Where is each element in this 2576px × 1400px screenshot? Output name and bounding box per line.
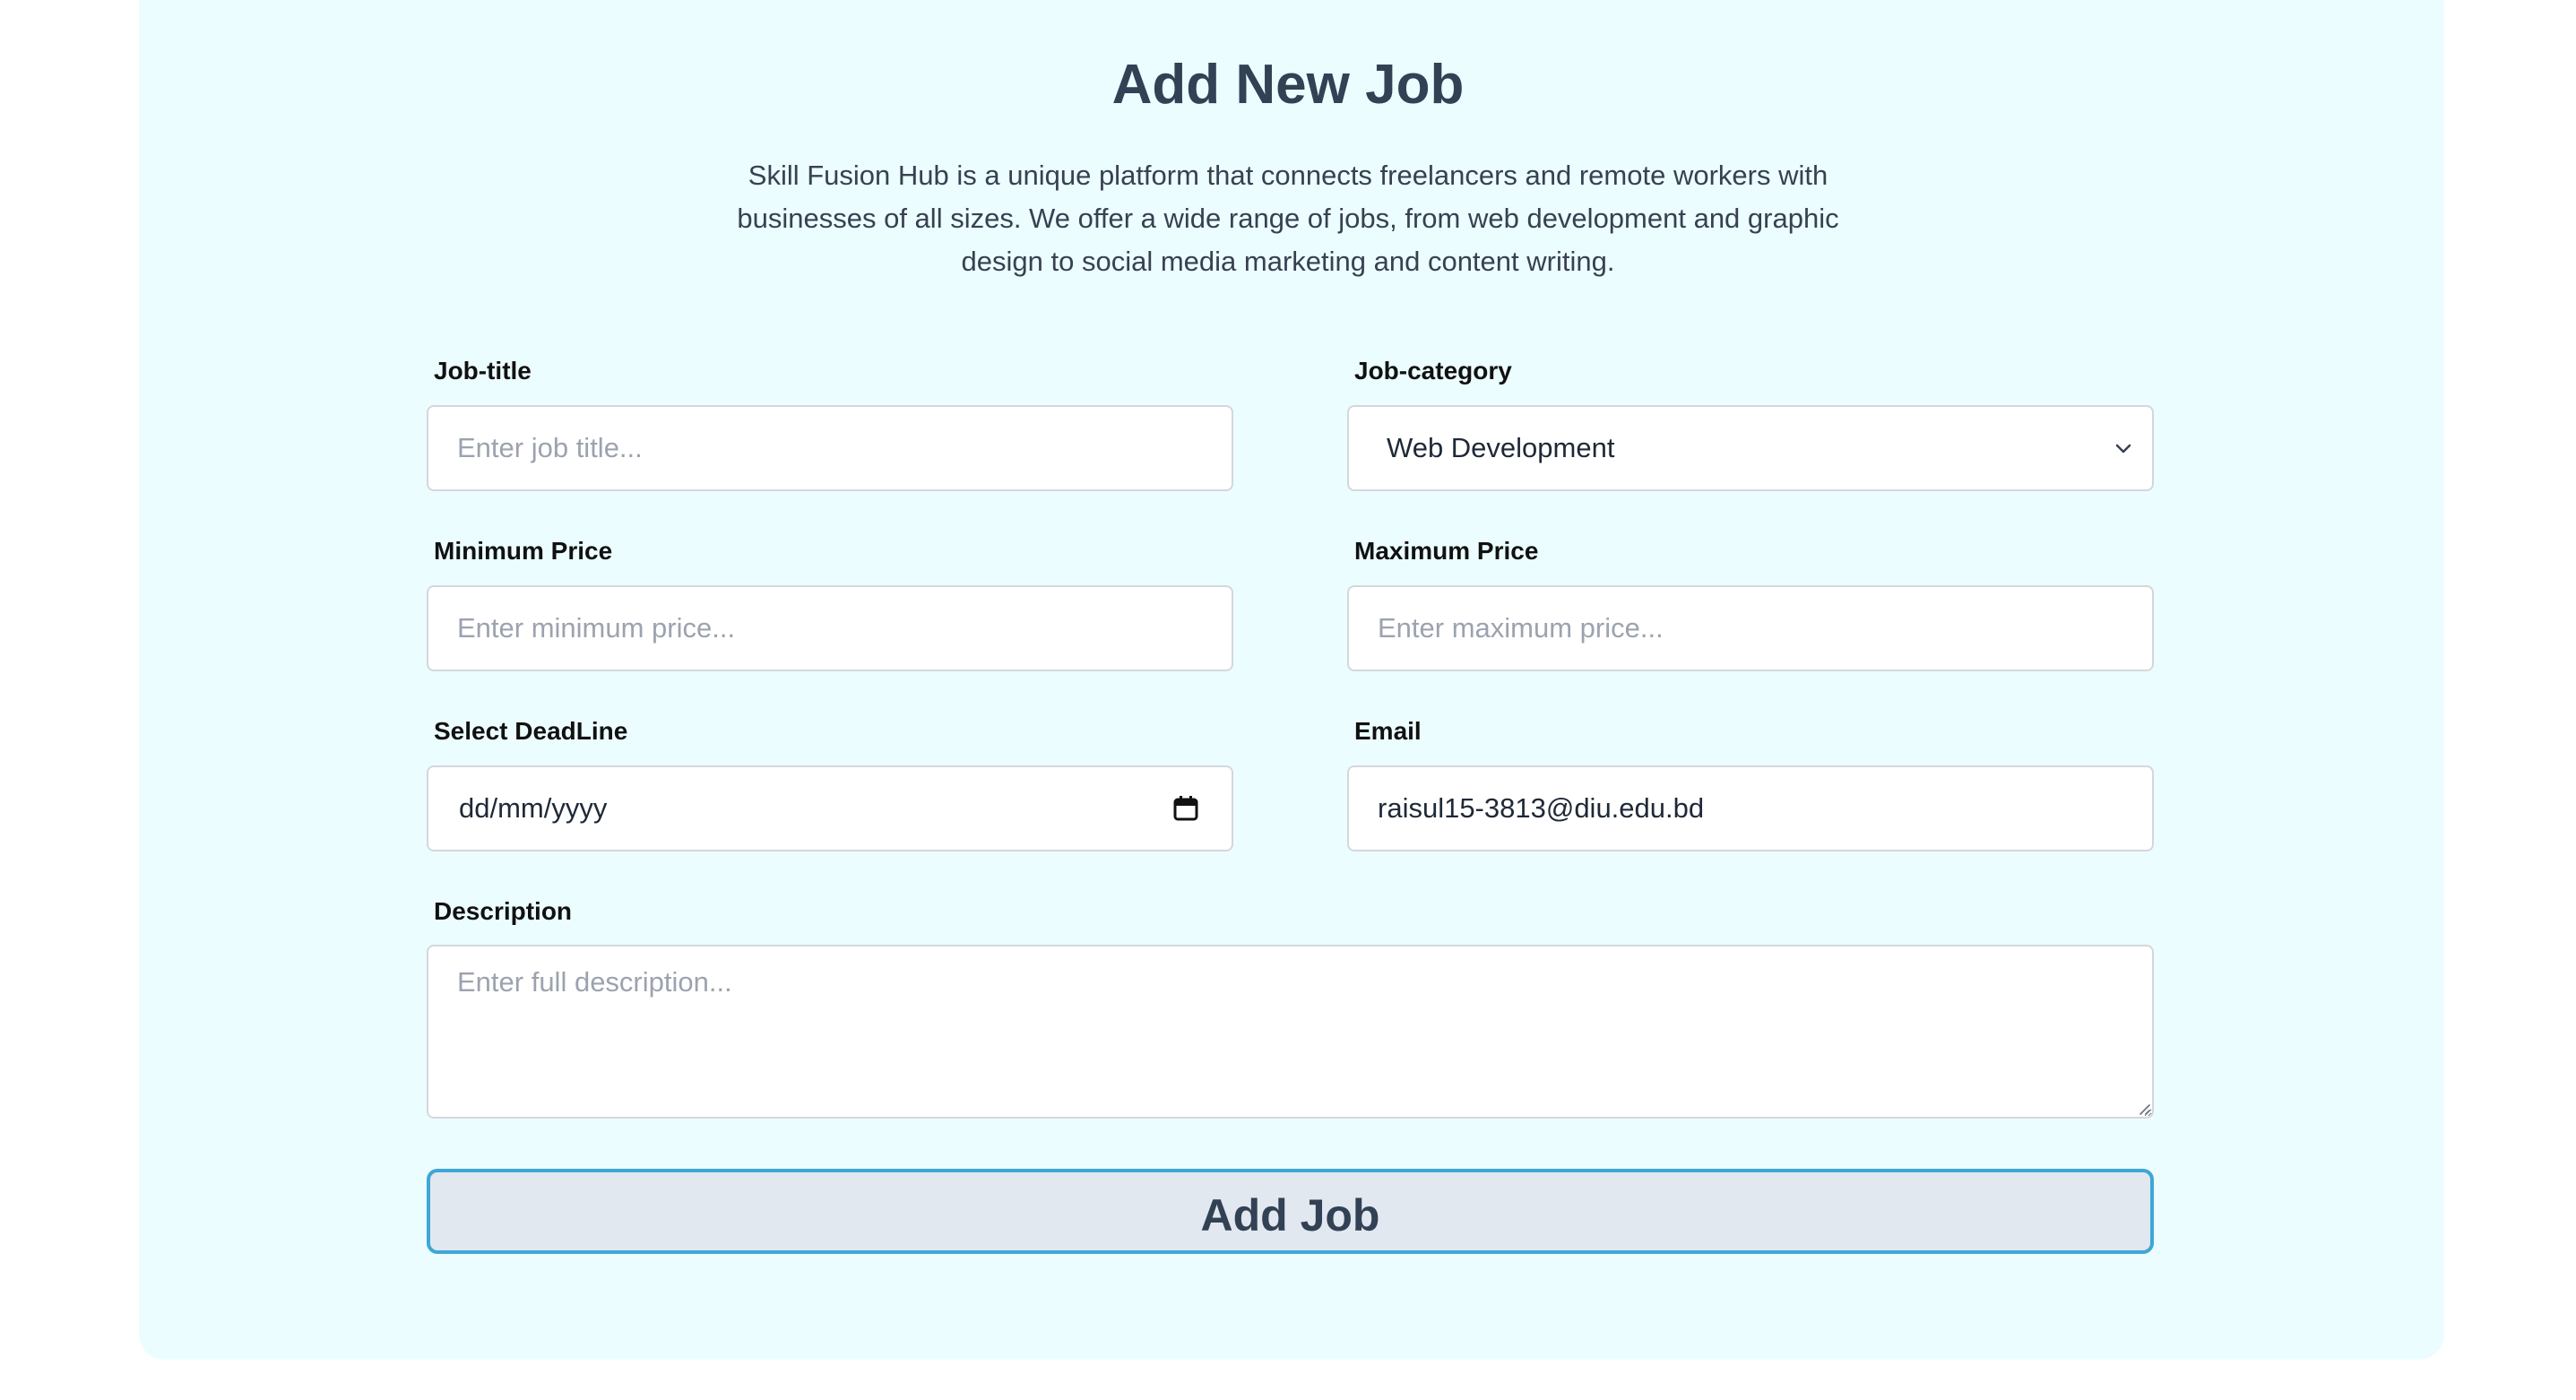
job-title-label: Job-title [434, 357, 532, 385]
email-field[interactable] [1347, 765, 2154, 851]
email-label: Email [1354, 717, 1422, 745]
resize-handle-icon[interactable] [2136, 1101, 2150, 1115]
max-price-label: Maximum Price [1354, 537, 1539, 565]
calendar-icon[interactable] [1172, 795, 1199, 822]
max-price-input[interactable] [1347, 585, 2154, 671]
intro-text: Skill Fusion Hub is a unique platform th… [737, 160, 1839, 277]
page-title: Add New Job [1111, 54, 1465, 116]
deadline-label: Select DeadLine [434, 717, 628, 745]
deadline-date-input[interactable]: dd/mm/yyyy [427, 765, 1233, 851]
job-category-select[interactable]: Web Development [1347, 405, 2154, 491]
add-job-button[interactable]: Add Job [427, 1169, 2154, 1254]
min-price-label: Minimum Price [434, 537, 613, 565]
min-price-input[interactable] [427, 585, 1233, 671]
job-title-input[interactable] [427, 405, 1233, 491]
job-category-label: Job-category [1354, 357, 1512, 385]
chevron-down-icon [2114, 442, 2132, 454]
deadline-date-value: dd/mm/yyyy [459, 792, 608, 824]
description-textarea[interactable] [427, 945, 2154, 1119]
description-label: Description [434, 897, 573, 925]
job-category-value: Web Development [1387, 432, 1615, 463]
